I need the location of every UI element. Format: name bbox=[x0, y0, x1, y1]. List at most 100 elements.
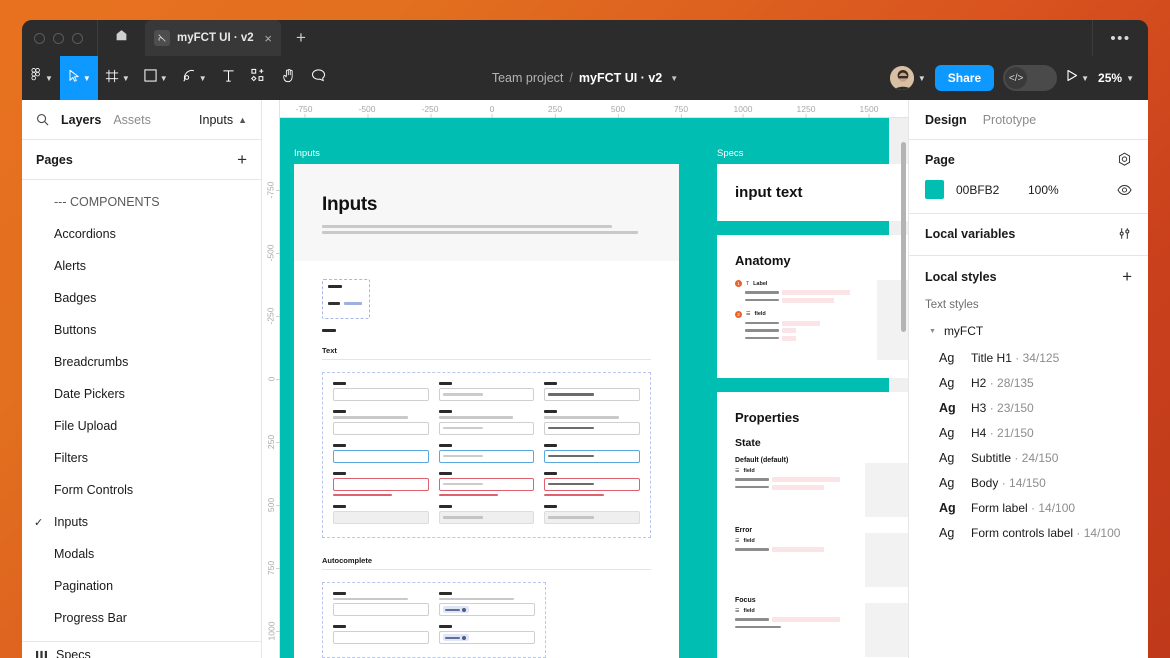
ruler-tick: 500 bbox=[262, 500, 280, 510]
text-style-body[interactable]: Ag Body · 14/150 bbox=[925, 470, 1132, 495]
comment-tool-button[interactable] bbox=[304, 56, 334, 100]
add-page-button[interactable]: + bbox=[237, 151, 247, 168]
collaborators[interactable]: ▼ bbox=[889, 65, 926, 91]
style-preview-glyph: Ag bbox=[939, 351, 961, 365]
field-icon: ☰ bbox=[746, 311, 750, 317]
page-item-accordions[interactable]: Accordions bbox=[22, 218, 261, 250]
frame-label-specs[interactable]: Specs bbox=[717, 148, 743, 159]
layers-footer[interactable]: Specs bbox=[22, 641, 261, 658]
frame-label-inputs[interactable]: Inputs bbox=[294, 148, 320, 159]
text-style-form-controls-label[interactable]: Ag Form controls label · 14/100 bbox=[925, 520, 1132, 545]
components-plus-icon bbox=[251, 68, 266, 88]
page-color-opacity[interactable]: 100% bbox=[1028, 183, 1059, 197]
home-button[interactable] bbox=[97, 20, 145, 56]
page-selector[interactable]: Inputs ▲ bbox=[199, 113, 247, 127]
chevron-down-icon[interactable]: ▼ bbox=[918, 74, 926, 83]
present-button[interactable]: ▼ bbox=[1066, 69, 1089, 87]
chevron-down-icon[interactable]: ▼ bbox=[1081, 74, 1089, 83]
frame-specs[interactable]: input text Anatomy 1 T Label bbox=[717, 164, 908, 658]
text-fields-group[interactable] bbox=[322, 372, 651, 538]
eye-icon[interactable] bbox=[1117, 184, 1132, 196]
state-field-label: field bbox=[743, 468, 754, 474]
page-item-date-pickers[interactable]: Date Pickers bbox=[22, 378, 261, 410]
close-icon[interactable]: × bbox=[264, 32, 272, 45]
move-tool-button[interactable]: ▼ bbox=[60, 56, 98, 100]
close-window-button[interactable] bbox=[34, 33, 45, 44]
local-variables-section[interactable]: Local variables bbox=[909, 214, 1148, 256]
canvas-vertical-scrollbar[interactable] bbox=[901, 142, 906, 332]
page-item-inputs[interactable]: ✓ Inputs bbox=[22, 506, 261, 538]
page-item-form-controls[interactable]: Form Controls bbox=[22, 474, 261, 506]
inputs-mini-component[interactable] bbox=[322, 279, 370, 319]
tab-prototype[interactable]: Prototype bbox=[983, 113, 1037, 127]
share-button[interactable]: Share bbox=[935, 65, 994, 91]
style-group-name: myFCT bbox=[944, 324, 983, 338]
frame-tool-button[interactable]: ▼ bbox=[98, 56, 137, 100]
page-color-swatch[interactable] bbox=[925, 180, 944, 199]
page-item-alerts[interactable]: Alerts bbox=[22, 250, 261, 282]
input-field-disabled bbox=[544, 505, 640, 524]
canvas-viewport[interactable]: Inputs Specs Inputs bbox=[262, 118, 908, 658]
anatomy-item-label: Label bbox=[753, 281, 767, 287]
autocomplete-group[interactable] bbox=[322, 582, 546, 658]
autocomplete-field bbox=[333, 592, 429, 616]
right-sidebar: Design Prototype Page 00BFB2 100% bbox=[908, 100, 1148, 658]
file-tab[interactable]: myFCT UI · v2 × bbox=[145, 20, 281, 56]
minimize-window-button[interactable] bbox=[53, 33, 64, 44]
page-item-badges[interactable]: Badges bbox=[22, 282, 261, 314]
text-style-h3[interactable]: Ag H3 · 23/150 bbox=[925, 395, 1132, 420]
breadcrumb-team[interactable]: Team project bbox=[492, 71, 564, 85]
add-style-button[interactable]: + bbox=[1122, 268, 1132, 285]
page-item-pagination[interactable]: Pagination bbox=[22, 570, 261, 602]
page-settings-icon[interactable] bbox=[1117, 152, 1132, 167]
chevron-down-icon[interactable]: ▼ bbox=[929, 328, 936, 335]
pen-tool-button[interactable]: ▼ bbox=[175, 56, 214, 100]
tool-group: ▼ ▼ ▼ ▼ bbox=[22, 56, 334, 100]
avatar[interactable] bbox=[889, 65, 915, 91]
page-item-buttons[interactable]: Buttons bbox=[22, 314, 261, 346]
breadcrumb-file[interactable]: myFCT UI · v2 bbox=[579, 71, 662, 85]
dev-mode-toggle[interactable]: </> bbox=[1003, 65, 1057, 91]
text-style-title-h1[interactable]: Ag Title H1 · 34/125 bbox=[925, 345, 1132, 370]
page-item-components[interactable]: --- COMPONENTS bbox=[22, 186, 261, 218]
text-style-subtitle[interactable]: Ag Subtitle · 24/150 bbox=[925, 445, 1132, 470]
frame-inputs[interactable]: Inputs bbox=[294, 164, 679, 658]
text-style-form-label[interactable]: Ag Form label · 14/100 bbox=[925, 495, 1132, 520]
canvas-area[interactable]: Inputs Specs Inputs bbox=[262, 100, 908, 658]
window-more-button[interactable]: ••• bbox=[1092, 20, 1148, 56]
hand-tool-button[interactable] bbox=[274, 56, 304, 100]
tab-assets[interactable]: Assets bbox=[113, 113, 151, 127]
new-tab-button[interactable]: + bbox=[281, 20, 321, 56]
style-group-myfct[interactable]: ▼ myFCT bbox=[925, 319, 1132, 345]
home-icon bbox=[114, 28, 129, 48]
chevron-down-icon: ▼ bbox=[83, 74, 91, 83]
page-item-filters[interactable]: Filters bbox=[22, 442, 261, 474]
sliders-icon[interactable] bbox=[1117, 226, 1132, 241]
page-color-hex[interactable]: 00BFB2 bbox=[956, 183, 1028, 197]
zoom-control[interactable]: 25% ▼ bbox=[1098, 71, 1134, 85]
text-style-h2[interactable]: Ag H2 · 28/135 bbox=[925, 370, 1132, 395]
input-field-focus bbox=[333, 444, 429, 463]
app-body: Layers Assets Inputs ▲ Pages + --- COMPO… bbox=[22, 100, 1148, 658]
shape-tool-button[interactable]: ▼ bbox=[137, 56, 175, 100]
chevron-down-icon[interactable]: ▼ bbox=[670, 74, 678, 83]
page-item-file-upload[interactable]: File Upload bbox=[22, 410, 261, 442]
input-field-error bbox=[544, 472, 640, 496]
spec-title: input text bbox=[735, 184, 908, 201]
page-item-progress-bar[interactable]: Progress Bar bbox=[22, 602, 261, 634]
text-t-icon: T bbox=[746, 281, 749, 287]
text-tool-button[interactable] bbox=[214, 56, 244, 100]
page-item-modals[interactable]: Modals bbox=[22, 538, 261, 570]
search-icon[interactable] bbox=[36, 113, 49, 126]
tab-layers[interactable]: Layers bbox=[61, 113, 101, 127]
resources-button[interactable] bbox=[244, 56, 274, 100]
text-style-h4[interactable]: Ag H4 · 21/150 bbox=[925, 420, 1132, 445]
traffic-light-buttons[interactable] bbox=[22, 20, 97, 56]
main-menu-button[interactable]: ▼ bbox=[22, 56, 60, 100]
chevron-down-icon[interactable]: ▼ bbox=[1126, 74, 1134, 83]
pen-icon bbox=[182, 69, 196, 88]
page-item-breadcrumbs[interactable]: Breadcrumbs bbox=[22, 346, 261, 378]
style-preview-glyph: Ag bbox=[939, 526, 961, 540]
tab-design[interactable]: Design bbox=[925, 113, 967, 127]
maximize-window-button[interactable] bbox=[72, 33, 83, 44]
